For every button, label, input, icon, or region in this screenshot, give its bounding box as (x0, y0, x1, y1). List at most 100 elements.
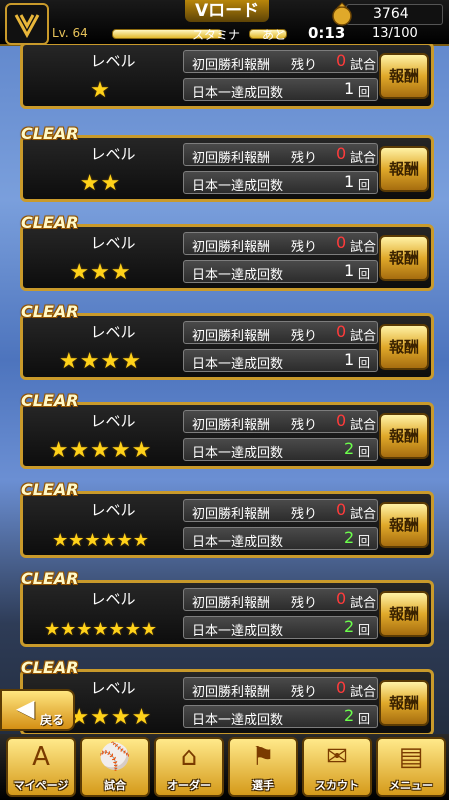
back-button[interactable]: ◀ 戻る (0, 689, 75, 731)
back-label: 戻る (40, 713, 65, 727)
remaining-time-label: あと (262, 28, 287, 42)
stamina-timer: 0:13 (308, 24, 346, 42)
reward-button[interactable]: 報酬 (379, 502, 429, 548)
japan-champion-row: 日本一達成回数 1 回 (183, 260, 378, 283)
clear-badge: CLEAR (21, 658, 79, 677)
remaining-label: 残り (291, 329, 318, 344)
level-label: レベル (90, 679, 136, 697)
nav-match[interactable]: ⚾ 試合 (80, 737, 150, 797)
nav-order[interactable]: ⌂ オーダー (154, 737, 224, 797)
level-label: レベル (90, 501, 136, 519)
japan-champion-count: 2 (344, 439, 355, 458)
clear-badge: CLEAR (21, 569, 79, 588)
japan-champion-count: 2 (344, 528, 355, 547)
first-win-label: 初回勝利報酬 (192, 596, 271, 611)
stamina-count: 13/100 (372, 26, 418, 41)
coin-counter: 3764 (332, 2, 443, 26)
nav-label: 試合 (104, 779, 126, 792)
japan-champion-count: 1 (344, 350, 355, 369)
japan-champion-row: 日本一達成回数 2 回 (183, 616, 378, 639)
nav-mypage[interactable]: A マイページ (6, 737, 76, 797)
times-unit: 回 (358, 623, 371, 637)
remaining-games: 0 (336, 322, 347, 341)
nav-label: マイページ (13, 779, 69, 792)
japan-champion-label: 日本一達成回数 (192, 268, 284, 283)
reward-button[interactable]: 報酬 (379, 324, 429, 370)
level-card: CLEAR レベル ★★ 初回勝利報酬 残り 0 試合 日本一達成回数 1 回報酬 (20, 124, 434, 202)
remaining-games: 0 (336, 51, 347, 70)
first-win-label: 初回勝利報酬 (192, 151, 271, 166)
times-unit: 回 (358, 178, 371, 192)
star-rating: ★★ (79, 171, 122, 196)
clear-badge: CLEAR (21, 480, 79, 499)
japan-champion-row: 日本一達成回数 2 回 (183, 527, 378, 550)
reward-button[interactable]: 報酬 (379, 53, 429, 99)
japan-champion-row: 日本一達成回数 1 回 (183, 349, 378, 372)
first-win-reward-row: 初回勝利報酬 残り 0 試合 (183, 143, 378, 166)
nav-players[interactable]: ⚑ 選手 (228, 737, 298, 797)
reward-button[interactable]: 報酬 (379, 680, 429, 726)
remaining-label: 残り (291, 58, 318, 73)
games-unit: 試合 (350, 596, 377, 611)
page-title: Vロード (185, 0, 270, 22)
games-unit: 試合 (350, 58, 377, 73)
header-bar: Vロード 3764 Lv. 64 スタミナ あと 0:13 13/100 (0, 0, 449, 46)
nav-scout[interactable]: ✉ スカウト (302, 737, 372, 797)
first-win-label: 初回勝利報酬 (192, 507, 271, 522)
reward-button[interactable]: 報酬 (379, 235, 429, 281)
japan-champion-row: 日本一達成回数 2 回 (183, 705, 378, 728)
scout-card-icon: ✉ (326, 742, 348, 772)
reward-button[interactable]: 報酬 (379, 146, 429, 192)
level-label: レベル (90, 323, 136, 341)
team-logo-icon[interactable] (5, 3, 49, 45)
games-unit: 試合 (350, 507, 377, 522)
first-win-label: 初回勝利報酬 (192, 58, 271, 73)
level-card: CLEAR レベル ★★★ 初回勝利報酬 残り 0 試合 日本一達成回数 1 回報酬 (20, 213, 434, 291)
star-rating: ★ (90, 78, 111, 103)
baseball-field-icon: ⚾ (98, 742, 132, 772)
japan-champion-label: 日本一達成回数 (192, 535, 284, 550)
japan-champion-label: 日本一達成回数 (192, 713, 284, 728)
clear-badge: CLEAR (21, 302, 79, 321)
nav-menu[interactable]: ▤ メニュー (376, 737, 446, 797)
mypage-icon: A (32, 742, 50, 772)
times-unit: 回 (358, 267, 371, 281)
first-win-label: 初回勝利報酬 (192, 418, 271, 433)
games-unit: 試合 (350, 240, 377, 255)
player-icon: ⚑ (251, 742, 275, 772)
first-win-reward-row: 初回勝利報酬 残り 0 試合 (183, 232, 378, 255)
bottom-nav: A マイページ ⚾ 試合 ⌂ オーダー ⚑ 選手 ✉ スカウト ▤ メニュー (0, 734, 449, 800)
times-unit: 回 (358, 445, 371, 459)
japan-champion-label: 日本一達成回数 (192, 86, 284, 101)
stamina-label: スタミナ (192, 28, 241, 42)
nav-label: メニュー (389, 779, 433, 792)
games-unit: 試合 (350, 685, 377, 700)
japan-champion-label: 日本一達成回数 (192, 624, 284, 639)
times-unit: 回 (358, 712, 371, 726)
remaining-games: 0 (336, 411, 347, 430)
remaining-games: 0 (336, 678, 347, 697)
japan-champion-count: 1 (344, 261, 355, 280)
japan-champion-count: 2 (344, 617, 355, 636)
remaining-label: 残り (291, 418, 318, 433)
japan-champion-row: 日本一達成回数 1 回 (183, 78, 378, 101)
coin-value: 3764 (373, 6, 409, 22)
nav-label: スカウト (315, 779, 359, 792)
reward-button[interactable]: 報酬 (379, 591, 429, 637)
first-win-reward-row: 初回勝利報酬 残り 0 試合 (183, 499, 378, 522)
remaining-label: 残り (291, 151, 318, 166)
level-label: レベル (90, 412, 136, 430)
remaining-games: 0 (336, 589, 347, 608)
level-list[interactable]: レベル ★ 初回勝利報酬 残り 0 試合 日本一達成回数 1 回報酬 CLEAR レベル ★★ 初回勝利… (0, 44, 449, 734)
back-arrow-icon: ◀ (16, 694, 35, 722)
games-unit: 試合 (350, 418, 377, 433)
star-rating: ★★★ (69, 260, 132, 285)
level-card: CLEAR レベル ★★★★ 初回勝利報酬 残り 0 試合 日本一達成回数 1 回報酬 (20, 302, 434, 380)
times-unit: 回 (358, 534, 371, 548)
first-win-reward-row: 初回勝利報酬 残り 0 試合 (183, 588, 378, 611)
first-win-reward-row: 初回勝利報酬 残り 0 試合 (183, 410, 378, 433)
times-unit: 回 (358, 85, 371, 99)
level-label: レベル (90, 145, 136, 163)
remaining-label: 残り (291, 596, 318, 611)
reward-button[interactable]: 報酬 (379, 413, 429, 459)
